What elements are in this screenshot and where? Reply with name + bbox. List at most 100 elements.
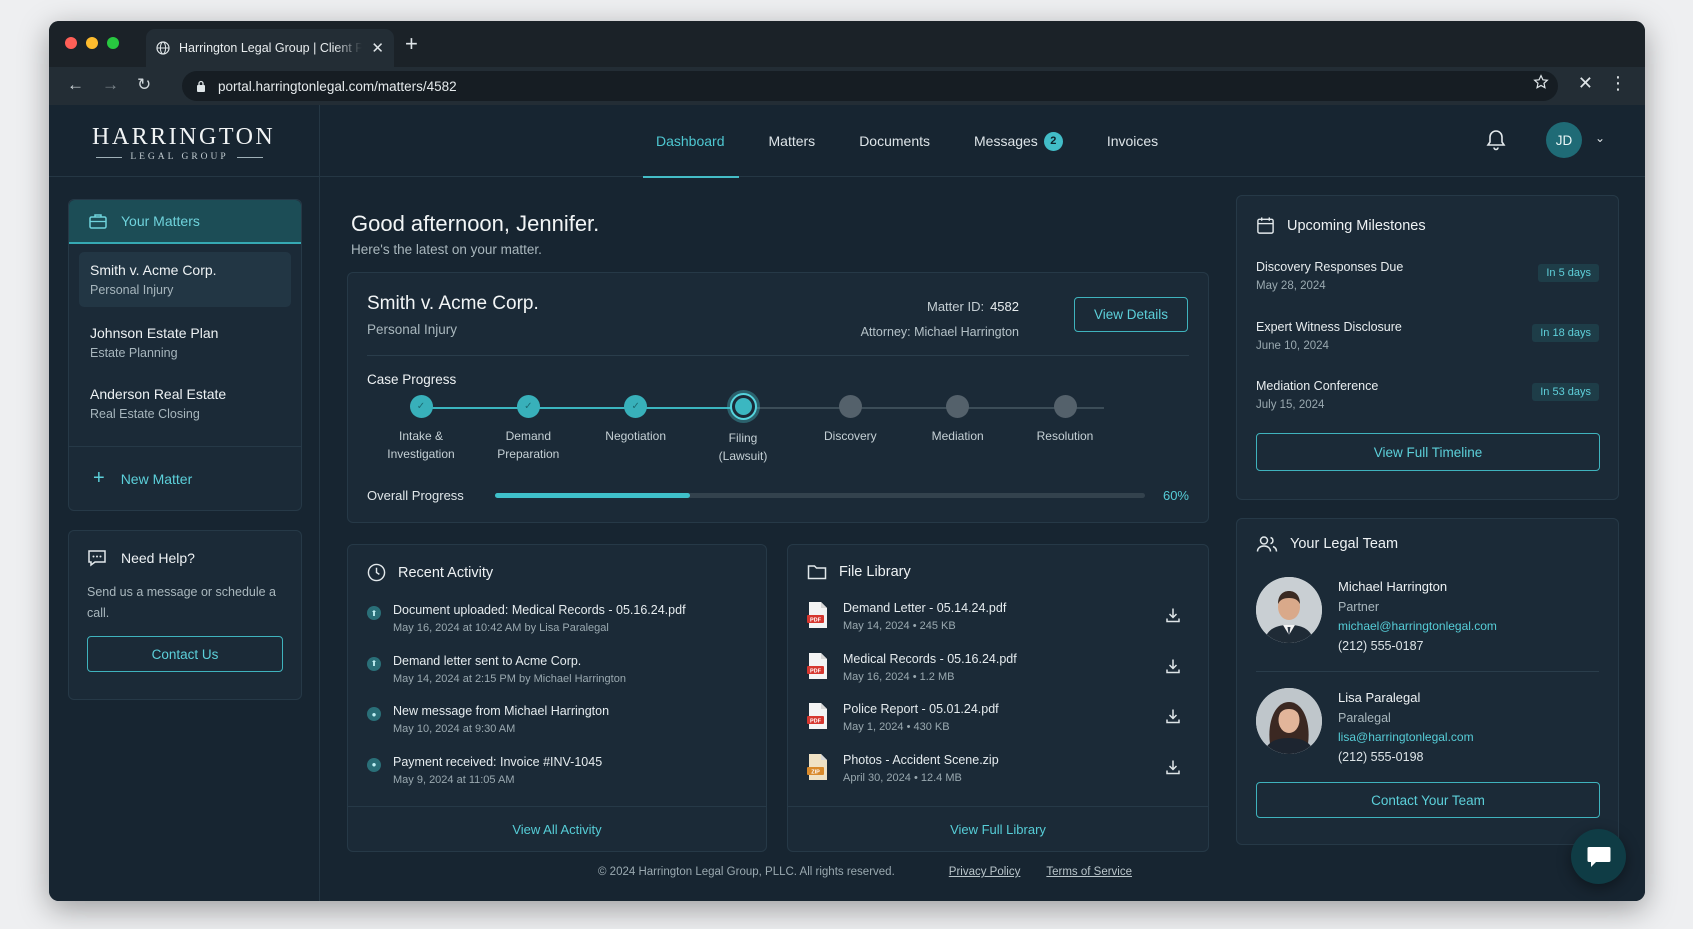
- progress-step: Resolution: [1005, 395, 1125, 445]
- list-item[interactable]: PDF Police Report - 05.01.24.pdf May 1, 20…: [807, 702, 1189, 753]
- contact-us-button[interactable]: Contact Us: [87, 636, 283, 672]
- reload-icon[interactable]: ↻: [137, 75, 151, 95]
- list-item[interactable]: Expert Witness Disclosure June 10, 2024 In…: [1256, 320, 1599, 380]
- step-label: Intake & Investigation: [361, 427, 481, 463]
- matter-name: Johnson Estate Plan: [90, 325, 219, 341]
- member-name: Michael Harrington: [1338, 579, 1448, 594]
- step-label: Filing (Lawsuit): [683, 429, 803, 465]
- notifications-bell-icon[interactable]: [1486, 129, 1506, 151]
- contact-your-team-button[interactable]: Contact Your Team: [1256, 782, 1600, 818]
- member-email-link[interactable]: lisa@harringtonlegal.com: [1338, 730, 1474, 744]
- team-member-michael[interactable]: Michael Harrington Partner michael@harri…: [1256, 577, 1599, 681]
- matter-id-value: 4582: [990, 299, 1019, 314]
- file-meta: May 14, 2024 • 245 KB: [843, 620, 1006, 632]
- nav-messages-label: Messages: [974, 133, 1038, 149]
- list-item[interactable]: PDF Medical Records - 05.16.24.pdf May 16,…: [807, 652, 1189, 703]
- status-badge: In 18 days: [1532, 323, 1599, 342]
- download-icon[interactable]: [1165, 658, 1181, 674]
- list-item[interactable]: PDF Demand Letter - 05.14.24.pdf May 14, 2…: [807, 601, 1189, 652]
- progress-step: Intake & Investigation: [361, 395, 481, 463]
- lock-icon: [197, 80, 205, 92]
- activity-meta: May 16, 2024 at 10:42 AM by Lisa Paraleg…: [393, 622, 609, 634]
- file-date: May 1, 2024: [843, 721, 904, 733]
- step-label: Mediation: [898, 427, 1018, 445]
- new-matter-button[interactable]: + New Matter: [69, 446, 301, 510]
- file-size: 430 KB: [913, 721, 950, 733]
- terms-of-service-link[interactable]: Terms of Service: [1046, 866, 1132, 878]
- chat-launcher-button[interactable]: [1571, 829, 1626, 884]
- separator: •: [910, 771, 921, 784]
- new-matter-label: New Matter: [120, 470, 193, 487]
- maximize-window-button[interactable]: [107, 37, 119, 49]
- list-item[interactable]: ● New message from Michael Harrington May …: [367, 704, 756, 755]
- list-item[interactable]: ZIP Photos - Accident Scene.zip April 30, …: [807, 753, 1189, 804]
- user-avatar[interactable]: JD: [1546, 122, 1582, 158]
- view-full-timeline-button[interactable]: View Full Timeline: [1256, 433, 1600, 471]
- messages-badge: 2: [1043, 131, 1063, 151]
- tab-bar: Harrington Legal Group | Client Portal ✕…: [49, 21, 1645, 67]
- your-matters-header[interactable]: Your Matters: [69, 200, 301, 244]
- new-tab-icon[interactable]: +: [405, 31, 418, 57]
- list-item[interactable]: Discovery Responses Due May 28, 2024 In 5 …: [1256, 260, 1599, 320]
- step-label: Resolution: [1005, 427, 1125, 445]
- file-date: May 14, 2024: [843, 620, 910, 632]
- list-item[interactable]: ⬆ Demand letter sent to Acme Corp. May 14,…: [367, 654, 756, 705]
- step-complete-icon: [516, 395, 540, 418]
- copyright-text: © 2024 Harrington Legal Group, PLLC. All…: [598, 866, 895, 878]
- nav-messages[interactable]: Messages 2: [974, 105, 1063, 177]
- member-phone: (212) 555-0198: [1338, 750, 1424, 764]
- member-email-link[interactable]: michael@harringtonlegal.com: [1338, 619, 1497, 633]
- file-list: PDF Demand Letter - 05.14.24.pdf May 14, 2…: [807, 601, 1189, 803]
- progress-step: Negotiation: [576, 395, 696, 445]
- step-status-icon: [946, 395, 970, 418]
- list-item[interactable]: ● Payment received: Invoice #INV-1045 May …: [367, 755, 756, 806]
- back-icon[interactable]: ←: [67, 75, 84, 95]
- privacy-policy-link[interactable]: Privacy Policy: [949, 866, 1021, 878]
- matter-attorney: Attorney: Michael Harrington: [860, 325, 1019, 339]
- download-icon[interactable]: [1165, 607, 1181, 623]
- sidebar-matter-johnson[interactable]: Johnson Estate Plan Estate Planning: [79, 315, 291, 370]
- list-item[interactable]: Mediation Conference July 15, 2024 In 53 d…: [1256, 379, 1599, 439]
- close-window-button[interactable]: [65, 37, 77, 49]
- divider: [367, 355, 1189, 356]
- minimize-window-button[interactable]: [86, 37, 98, 49]
- legal-team-card: Your Legal Team Michael Harrington Partn…: [1236, 518, 1619, 845]
- nav-invoices-label: Invoices: [1106, 133, 1159, 149]
- tab-close-icon[interactable]: ✕: [371, 39, 384, 57]
- overall-progress-fill: [495, 493, 690, 498]
- nav-documents[interactable]: Documents: [859, 105, 930, 177]
- activity-meta: May 9, 2024 at 11:05 AM: [393, 773, 515, 786]
- close-icon[interactable]: ✕: [1578, 73, 1593, 94]
- browser-menu-icon[interactable]: ⋮: [1609, 73, 1627, 94]
- avatar: [1256, 688, 1322, 754]
- step-label-line: Resolution: [1036, 429, 1094, 443]
- file-library-header: File Library: [807, 563, 911, 580]
- bookmark-star-icon[interactable]: [1533, 74, 1549, 90]
- activity-meta: May 14, 2024 at 2:15 PM by Michael Harri…: [393, 672, 626, 685]
- chat-bubble-icon: [88, 550, 106, 567]
- download-icon[interactable]: [1165, 759, 1181, 775]
- sidebar-matter-smith[interactable]: Smith v. Acme Corp. Personal Injury: [79, 252, 291, 307]
- file-name: Police Report - 05.01.24.pdf: [843, 702, 999, 716]
- page-footer: © 2024 Harrington Legal Group, PLLC. All…: [598, 866, 1132, 878]
- nav-dashboard[interactable]: Dashboard: [643, 105, 738, 178]
- nav-matters[interactable]: Matters: [769, 105, 816, 177]
- list-item[interactable]: ⬆ Document uploaded: Medical Records - 05…: [367, 603, 756, 654]
- upload-icon: ⬆: [367, 606, 381, 620]
- url-field[interactable]: portal.harringtonlegal.com/matters/4582: [182, 71, 1558, 101]
- file-date: April 30, 2024: [843, 771, 911, 784]
- main-nav: Dashboard Matters Documents Messages 2 In…: [643, 105, 1202, 178]
- view-all-activity-link[interactable]: View All Activity: [348, 806, 766, 851]
- matter-type: Estate Planning: [90, 346, 178, 360]
- nav-invoices[interactable]: Invoices: [1107, 105, 1158, 177]
- browser-tab[interactable]: Harrington Legal Group | Client Portal ✕: [146, 29, 394, 67]
- view-details-button[interactable]: View Details: [1074, 297, 1188, 332]
- brand-logo[interactable]: HARRINGTON LEGAL GROUP: [92, 125, 273, 162]
- view-full-library-link[interactable]: View Full Library: [788, 806, 1208, 851]
- forward-icon[interactable]: →: [102, 75, 119, 95]
- team-member-lisa[interactable]: Lisa Paralegal Paralegal lisa@harrington…: [1256, 688, 1599, 792]
- sidebar-matter-anderson[interactable]: Anderson Real Estate Real Estate Closing: [79, 376, 291, 431]
- download-icon[interactable]: [1165, 708, 1181, 724]
- chevron-down-icon[interactable]: ⌄: [1595, 131, 1605, 145]
- step-status-icon: [1053, 395, 1077, 418]
